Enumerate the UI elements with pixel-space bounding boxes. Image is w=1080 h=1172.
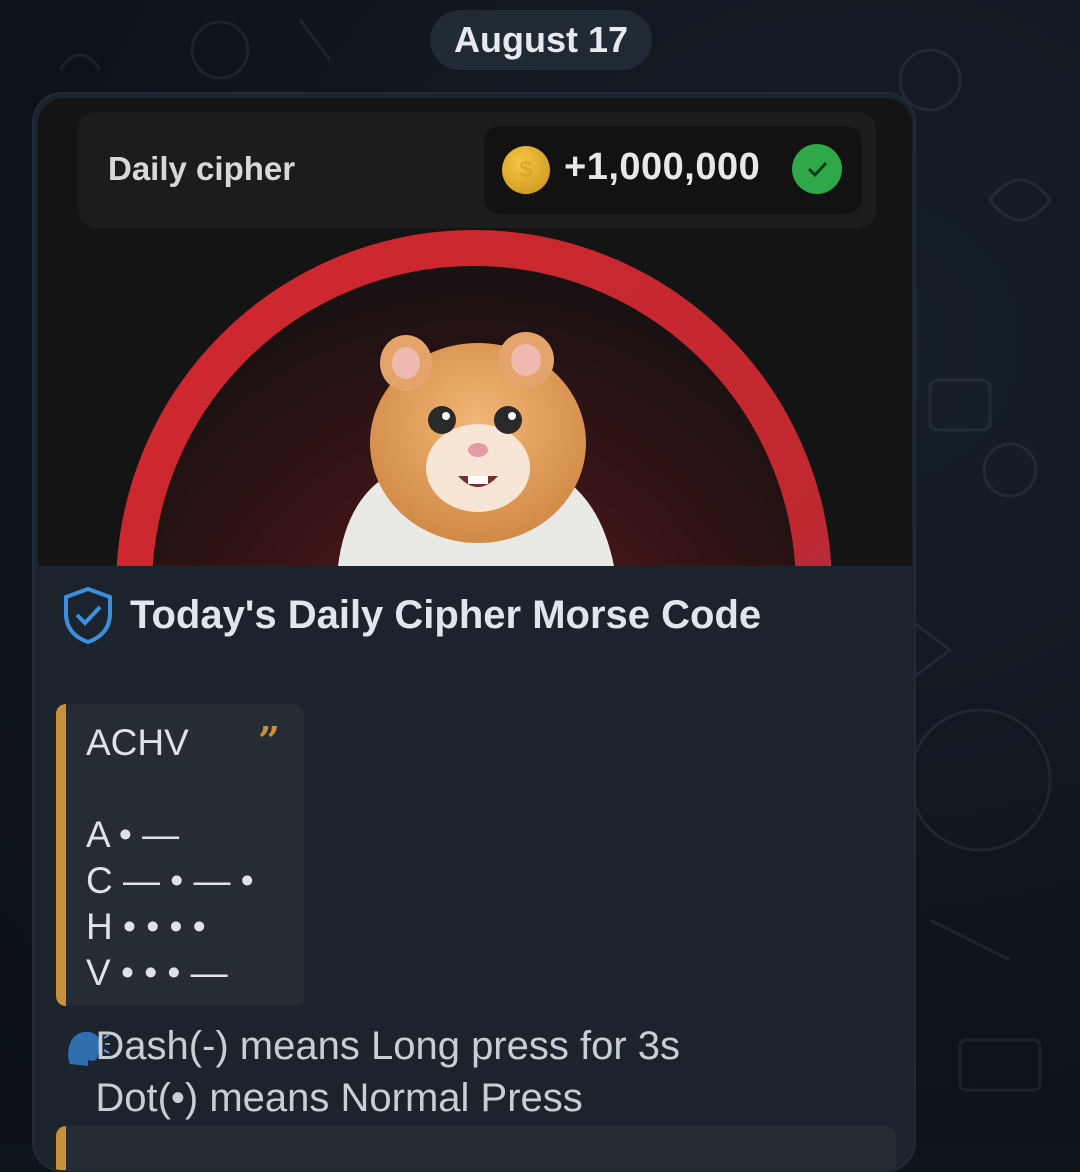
instructions-text: Dash(-) means Long press for 3s Dot(•) m…	[95, 1024, 681, 1120]
message-title: Today's Daily Cipher Morse Code	[130, 592, 762, 637]
date-label: August 17	[453, 19, 629, 60]
next-quote-block	[56, 1126, 896, 1170]
date-separator: August 17	[430, 10, 652, 70]
title-row: Today's Daily Cipher Morse Code	[62, 586, 761, 644]
coin-symbol: $	[519, 156, 533, 183]
message-caption: Today's Daily Cipher Morse Code ” ACHV A…	[34, 566, 914, 1170]
shield-check-icon	[64, 586, 112, 644]
quote-icon: ”	[258, 718, 280, 763]
daily-cipher-label: Daily cipher	[108, 150, 296, 187]
morse-quote-block[interactable]: ” ACHV A • — C — • — • H • • • • V • • •…	[56, 704, 304, 1006]
wallpaper-doodles-top	[58, 19, 332, 80]
message-bubble[interactable]: Daily cipher $ +1,000,000 Today's Daily …	[32, 92, 916, 1172]
message-image[interactable]: Daily cipher $ +1,000,000	[38, 98, 912, 566]
daily-cipher-bar: Daily cipher $ +1,000,000	[78, 112, 876, 228]
morse-code-text: ACHV A • — C — • — • H • • • • V • • • —	[86, 722, 254, 993]
check-icon	[792, 144, 842, 194]
quote-accent-bar	[56, 1126, 66, 1170]
quote-accent-bar	[56, 704, 66, 1006]
coin-icon: $	[502, 146, 550, 194]
reward-box: $ +1,000,000	[484, 126, 862, 214]
reward-value: +1,000,000	[564, 146, 761, 188]
